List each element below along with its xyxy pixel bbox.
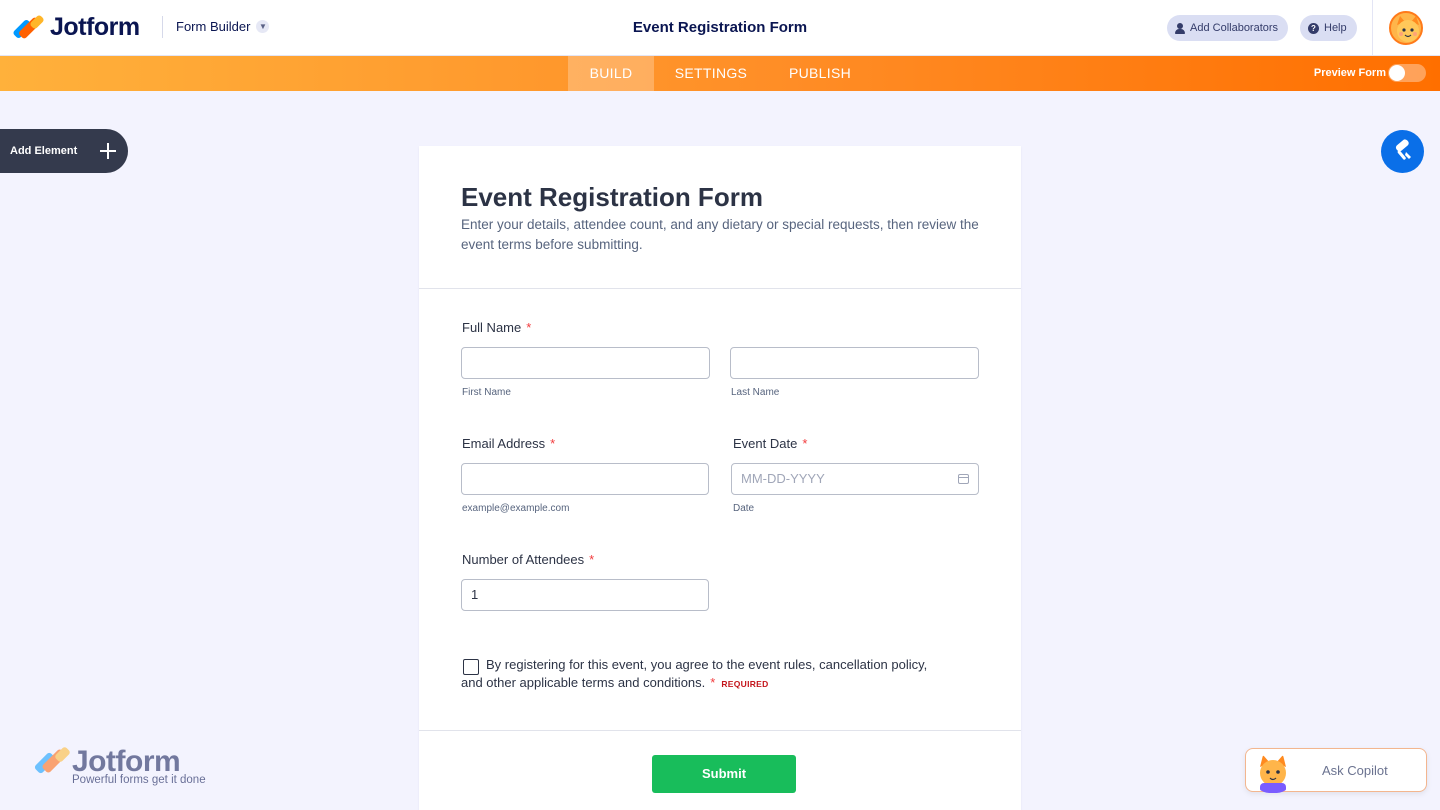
attendees-input[interactable]: 1 [461,579,709,611]
add-element-button[interactable]: Add Element [0,129,128,173]
logo-text: Jotform [50,13,140,41]
preview-form-label: Preview Form [1313,67,1386,79]
tab-publish[interactable]: PUBLISH [780,56,860,91]
full-name-label-text: Full Name [462,320,522,335]
first-name-sublabel: First Name [462,387,511,398]
preview-form-toggle[interactable] [1388,64,1426,82]
paint-roller-icon [1395,139,1411,160]
add-element-label: Add Element [10,145,78,157]
header-divider-line [419,288,1021,289]
event-date-placeholder: MM-DD-YYYY [741,471,825,486]
add-collaborators-button[interactable]: Add Collaborators [1167,15,1289,41]
required-asterisk: * [550,436,556,451]
last-name-input[interactable] [730,347,979,379]
builder-nav-bar: BUILD SETTINGS PUBLISH Preview Form [0,56,1440,91]
plus-icon [100,143,116,159]
terms-text-body: By registering for this event, you agree… [461,657,928,690]
cat-avatar-icon [1397,16,1419,42]
copilot-cat-icon [1260,755,1286,793]
first-name-input[interactable] [461,347,710,379]
form-builder-label: Form Builder [176,19,251,34]
ask-copilot-label: Ask Copilot [1322,763,1388,778]
event-date-label-text: Event Date [733,436,798,451]
header-form-title[interactable]: Event Registration Form [633,19,807,36]
required-tag: REQUIRED [721,679,769,689]
chevron-down-icon: ▼ [256,20,270,33]
event-date-label[interactable]: Event Date * [733,436,807,451]
email-label[interactable]: Email Address * [462,436,555,451]
full-name-label[interactable]: Full Name * [462,320,531,335]
form-designer-button[interactable] [1381,130,1424,173]
avatar[interactable] [1389,11,1423,45]
event-date-input[interactable]: MM-DD-YYYY [731,463,979,495]
form-title[interactable]: Event Registration Form [461,182,763,213]
required-asterisk: * [802,436,808,451]
help-label: Help [1324,22,1347,34]
attendees-label-text: Number of Attendees [462,552,585,567]
footer-divider-line [419,730,1021,731]
form-builder-menu[interactable]: Form Builder ▼ [176,19,270,34]
jotform-watermark-icon [33,746,71,777]
question-icon: ? [1308,22,1319,34]
event-date-sublabel: Date [733,503,755,514]
email-sublabel: example@example.com [462,503,570,514]
calendar-icon[interactable] [958,474,969,484]
terms-text[interactable]: By registering for this event, you agree… [461,656,931,693]
required-asterisk: * [589,552,595,567]
tab-build[interactable]: BUILD [568,56,654,91]
header-divider [162,16,163,38]
jotform-logo[interactable]: Jotform [12,13,140,42]
last-name-sublabel: Last Name [731,387,780,398]
email-field[interactable] [461,463,709,495]
form-card: Event Registration Form Enter your detai… [419,146,1021,810]
help-button[interactable]: ? Help [1300,15,1357,41]
attendees-label[interactable]: Number of Attendees * [462,552,594,567]
ask-copilot-button[interactable]: Ask Copilot [1245,748,1427,793]
submit-button[interactable]: Submit [652,755,796,793]
jotform-logo-icon [12,13,45,41]
avatar-divider [1372,0,1373,56]
user-icon [1175,22,1185,34]
top-header: Jotform Form Builder ▼ Event Registratio… [0,0,1440,56]
required-asterisk: * [710,675,716,690]
watermark-tagline: Powerful forms get it done [72,774,206,786]
required-asterisk: * [526,320,532,335]
form-description[interactable]: Enter your details, attendee count, and … [461,215,991,255]
email-label-text: Email Address [462,436,546,451]
add-collaborators-label: Add Collaborators [1190,22,1279,34]
tab-settings[interactable]: SETTINGS [664,56,758,91]
